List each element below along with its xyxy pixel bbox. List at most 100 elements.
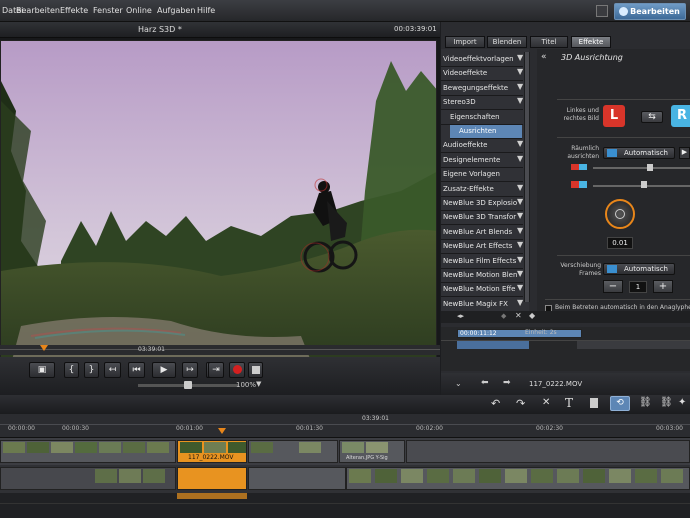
effect-item-7[interactable]: Designelemente — [441, 154, 523, 168]
effect-item-2[interactable]: Bewegungseffekte — [441, 82, 523, 96]
collapse-icon[interactable]: « — [541, 52, 547, 62]
effect-item-15[interactable]: NewBlue Motion Blen — [441, 269, 523, 283]
tab-blenden[interactable]: Blenden — [487, 36, 527, 48]
zoom-slider-thumb[interactable] — [184, 381, 192, 389]
expand-arrow-icon[interactable]: ▼ — [517, 53, 523, 62]
track2-segment-b[interactable] — [248, 467, 346, 490]
skip-start-button[interactable]: ⏮ — [128, 362, 145, 378]
effect-item-6[interactable]: Audioeffekte — [441, 139, 523, 154]
redo-icon[interactable]: ↷ — [516, 397, 525, 410]
effect-item-11[interactable]: NewBlue 3D Transfor — [441, 211, 523, 226]
clip-forest-a[interactable] — [0, 440, 176, 463]
expand-arrow-icon[interactable]: ▼ — [517, 82, 523, 91]
track2-selected-clip[interactable] — [177, 467, 247, 490]
effect-item-4[interactable]: Eigenschaften — [441, 111, 523, 125]
expand-arrow-icon[interactable]: ▼ — [517, 269, 523, 278]
tab-effekte[interactable]: Effekte — [571, 36, 611, 48]
audio-track[interactable] — [0, 493, 690, 518]
stop-button[interactable] — [248, 362, 263, 378]
effect-item-3[interactable]: Stereo3D — [441, 96, 523, 111]
tab-import[interactable]: Import — [445, 36, 485, 48]
expand-arrow-icon[interactable]: ▼ — [517, 211, 523, 220]
text-tool-icon[interactable]: T — [565, 396, 573, 410]
view-mode-button[interactable]: ▣ — [29, 362, 55, 378]
tab-titel[interactable]: Titel — [530, 36, 568, 48]
expand-icon[interactable]: ⌄ — [455, 379, 462, 388]
menu-aufgaben[interactable]: Aufgaben — [157, 6, 195, 15]
menu-bearbeiten[interactable]: Bearbeiten — [16, 6, 60, 15]
forward-arrow-icon[interactable]: ➡ — [503, 378, 511, 388]
effect-item-5[interactable]: Ausrichten — [450, 125, 522, 139]
rotation-dial[interactable] — [605, 199, 635, 229]
expand-arrow-icon[interactable]: ▼ — [517, 183, 523, 192]
effect-item-16[interactable]: NewBlue Motion Effe — [441, 283, 523, 298]
clip-selected-orange[interactable]: 117_0222.MOV — [177, 440, 247, 463]
play-button[interactable]: ▶ — [152, 362, 176, 378]
frames-value[interactable]: 1 — [629, 281, 647, 293]
expand-arrow-icon[interactable]: ▼ — [517, 240, 523, 249]
expand-arrow-icon[interactable]: ▼ — [517, 96, 523, 105]
snap-icon[interactable]: ✦ — [678, 397, 686, 408]
link-mode-button[interactable]: ⟲ — [610, 396, 630, 411]
spatial-next-icon[interactable]: ▶ — [679, 147, 690, 159]
group-icon[interactable]: ⛓ — [660, 397, 673, 408]
track2-segment-a[interactable] — [0, 467, 176, 490]
expand-arrow-icon[interactable]: ▼ — [517, 67, 523, 76]
zoom-value[interactable]: 100% — [236, 381, 256, 389]
timeline-ruler[interactable]: 03:39:01 00:00:00 00:00:30 00:01:00 00:01:3… — [0, 414, 690, 438]
menu-effekte[interactable]: Effekte — [60, 6, 88, 15]
marker-icon[interactable] — [590, 398, 598, 408]
rotation-value[interactable]: 0.01 — [607, 237, 633, 249]
keyframe-track[interactable] — [457, 341, 529, 349]
video-track-1[interactable]: 117_0222.MOV Alteran.JPG Y-Sig — [0, 438, 690, 465]
effect-item-1[interactable]: Videoeffekte — [441, 67, 523, 82]
back-arrow-icon[interactable]: ⬅ — [481, 378, 489, 388]
left-image-button[interactable]: L — [603, 105, 625, 127]
link-icon[interactable]: ⛓ — [639, 397, 652, 408]
menu-hilfe[interactable]: Hilfe — [197, 6, 215, 15]
menu-online[interactable]: Online — [126, 6, 152, 15]
audio-selected-clip[interactable] — [177, 493, 247, 499]
menu-fenster[interactable]: Fenster — [93, 6, 123, 15]
effect-item-9[interactable]: Zusatz-Effekte — [441, 183, 523, 197]
expand-arrow-icon[interactable]: ▼ — [517, 197, 523, 206]
vertical-offset-thumb[interactable] — [641, 181, 647, 188]
undo-icon[interactable]: ↶ — [491, 397, 500, 410]
expand-arrow-icon[interactable]: ▼ — [517, 283, 523, 292]
effects-scrollbar[interactable] — [524, 52, 530, 302]
effect-item-17[interactable]: NewBlue Magix FX — [441, 298, 523, 312]
prev-icon[interactable]: ◂▸ — [457, 312, 464, 320]
video-track-2[interactable] — [0, 465, 690, 493]
zoom-dropdown-icon[interactable]: ▼ — [256, 380, 261, 388]
mark-in-button[interactable]: { — [64, 362, 79, 378]
frames-minus-button[interactable]: − — [603, 280, 623, 293]
track2-segment-c[interactable] — [346, 467, 690, 490]
keyframe-timeline[interactable]: 00:00:11:12 Einheit: 2s — [441, 327, 690, 371]
clip-photo[interactable]: Alteran.JPG Y-Sig — [339, 440, 405, 463]
effect-item-12[interactable]: NewBlue Art Blends — [441, 226, 523, 240]
swap-icon[interactable]: ⇆ — [641, 111, 663, 123]
keyframe-icon[interactable]: ◆ — [529, 311, 535, 320]
delete-icon[interactable]: ✕ — [515, 311, 522, 320]
clip-forest-b[interactable] — [248, 440, 338, 463]
video-frame[interactable] — [0, 40, 437, 363]
horizontal-offset-slider[interactable] — [593, 167, 690, 169]
monitor-position-bar[interactable]: 03:39:01 — [0, 345, 440, 355]
expand-arrow-icon[interactable]: ▼ — [517, 226, 523, 235]
expand-arrow-icon[interactable]: ▼ — [517, 139, 523, 148]
right-image-button[interactable]: R — [671, 105, 690, 127]
edit-mode-button[interactable]: Bearbeiten — [614, 3, 686, 20]
expand-arrow-icon[interactable]: ▼ — [517, 154, 523, 163]
clip-empty-range[interactable] — [406, 440, 690, 463]
effect-item-0[interactable]: Videoeffektvorlagen — [441, 53, 523, 67]
mark-out-button[interactable]: } — [84, 362, 99, 378]
nav-icon[interactable]: ◆ — [501, 312, 506, 320]
playhead-marker[interactable] — [40, 345, 48, 351]
expand-arrow-icon[interactable]: ▼ — [517, 298, 523, 307]
expand-arrow-icon[interactable]: ▼ — [517, 255, 523, 264]
next-edit-button[interactable]: ↦ — [182, 362, 198, 378]
timeline-playhead[interactable] — [218, 428, 226, 434]
horizontal-offset-thumb[interactable] — [647, 164, 653, 171]
window-icon[interactable] — [596, 5, 608, 17]
prev-edit-button[interactable]: ↤ — [104, 362, 121, 378]
